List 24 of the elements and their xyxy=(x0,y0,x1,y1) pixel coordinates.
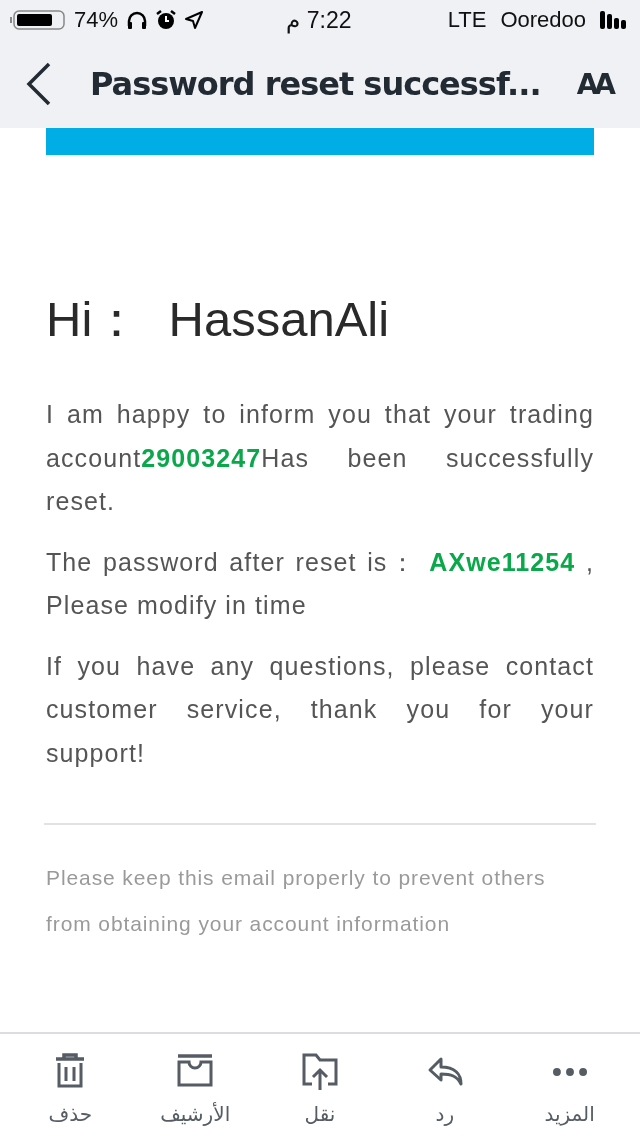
toolbar-button[interactable]: حذف xyxy=(20,1034,121,1136)
toolbar-button[interactable]: رد xyxy=(394,1034,495,1136)
alarm-icon xyxy=(156,10,177,30)
location-arrow-icon xyxy=(184,10,205,30)
email-subject-title: Password reset successf... xyxy=(90,65,542,103)
back-icon[interactable] xyxy=(26,62,52,106)
headphones-icon xyxy=(126,10,149,30)
toolbar-button[interactable]: نقل xyxy=(270,1034,370,1136)
network-type: LTE xyxy=(447,7,487,33)
battery-icon xyxy=(10,9,66,31)
battery-percentage: 74% xyxy=(74,7,119,33)
footer-note: Please keep this email properly to prevent others from obtaining your account information xyxy=(46,865,547,937)
email-paragraph: If you have any questions, please contact customer service, thank you for your support! xyxy=(46,650,594,769)
clock-time: 7:22 م xyxy=(286,6,352,34)
folder-upload-icon xyxy=(300,1052,340,1092)
carrier-name: Ooredoo xyxy=(500,7,586,33)
toolbar-button[interactable]: المزيد xyxy=(519,1034,620,1136)
email-paragraph: The password after reset is： AXwe11254 , Please modify in time xyxy=(46,546,594,621)
text-size-button[interactable]: AA xyxy=(576,67,612,101)
more-icon xyxy=(552,1068,587,1076)
signal-icon xyxy=(600,11,628,29)
toolbar-button[interactable]: الأرشيف xyxy=(145,1034,246,1136)
greeting-heading: Hi： HassanAli xyxy=(46,291,391,348)
email-paragraph: I am happy to inform you that your trading account29003247Has been successfully reset. xyxy=(46,399,594,517)
